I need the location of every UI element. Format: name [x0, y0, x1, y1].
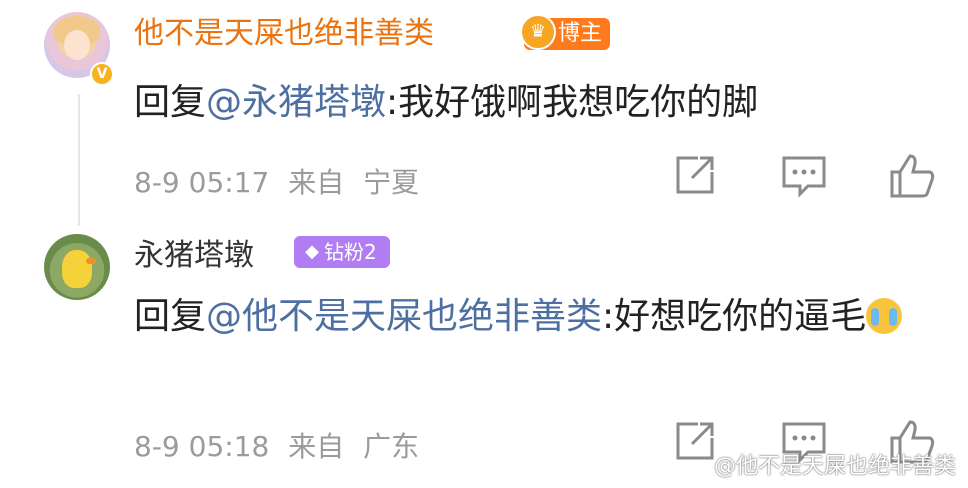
like-button[interactable] [886, 150, 938, 202]
crown-icon: ♛ [520, 14, 556, 50]
avatar-duck [62, 250, 92, 288]
comment-date: 8-9 05:17 [134, 166, 270, 199]
share-icon [676, 422, 714, 460]
comment-icon [782, 156, 826, 198]
fan-badge: ◆ 钻粉2 [294, 236, 390, 268]
comment-content: :好想吃你的逼毛 [602, 296, 867, 337]
comment-actions [660, 150, 950, 202]
share-button[interactable] [668, 150, 720, 202]
comment-content: :我好饿啊我想吃你的脚 [386, 82, 759, 123]
username[interactable]: 他不是天屎也绝非善类 [134, 16, 434, 52]
diamond-icon: ◆ [305, 241, 319, 262]
crying-emoji-icon [866, 298, 903, 334]
from-label: 来自 [288, 166, 345, 199]
comment-text: 回复@永猪塔墩:我好饿啊我想吃你的脚 [134, 76, 934, 130]
like-icon [890, 154, 935, 198]
avatar[interactable] [44, 234, 110, 300]
watermark: @他不是天屎也绝非善类 [713, 454, 956, 479]
blogger-badge: ♛ 博主 [520, 14, 610, 50]
reply-prefix: 回复 [134, 296, 207, 337]
comment-text: 回复@他不是天屎也绝非善类:好想吃你的逼毛 [134, 290, 954, 344]
username[interactable]: 永猪塔墩 [134, 238, 254, 274]
avatar-face [64, 30, 90, 60]
share-icon [676, 156, 714, 194]
comment-location: 宁夏 [363, 166, 420, 199]
comment-button[interactable] [778, 150, 830, 202]
comment-location: 广东 [363, 430, 420, 463]
mention-link[interactable]: @永猪塔墩 [206, 82, 386, 123]
comment-date: 8-9 05:18 [134, 430, 270, 463]
comment-item: V 他不是天屎也绝非善类 ♛ 博主 回复@永猪塔墩:我好饿啊我想吃你的脚 8-9… [0, 0, 968, 220]
verified-badge-icon: V [90, 62, 114, 86]
share-button[interactable] [668, 416, 720, 468]
blogger-badge-label: 博主 [558, 21, 603, 46]
fan-badge-label: 钻粉2 [324, 240, 377, 264]
avatar-beak [86, 258, 96, 264]
comment-meta: 8-9 05:18 来自 广东 [134, 430, 429, 464]
reply-prefix: 回复 [134, 82, 207, 123]
from-label: 来自 [288, 430, 345, 463]
mention-link[interactable]: @他不是天屎也绝非善类 [206, 296, 602, 337]
comment-meta: 8-9 05:17 来自 宁夏 [134, 166, 429, 200]
